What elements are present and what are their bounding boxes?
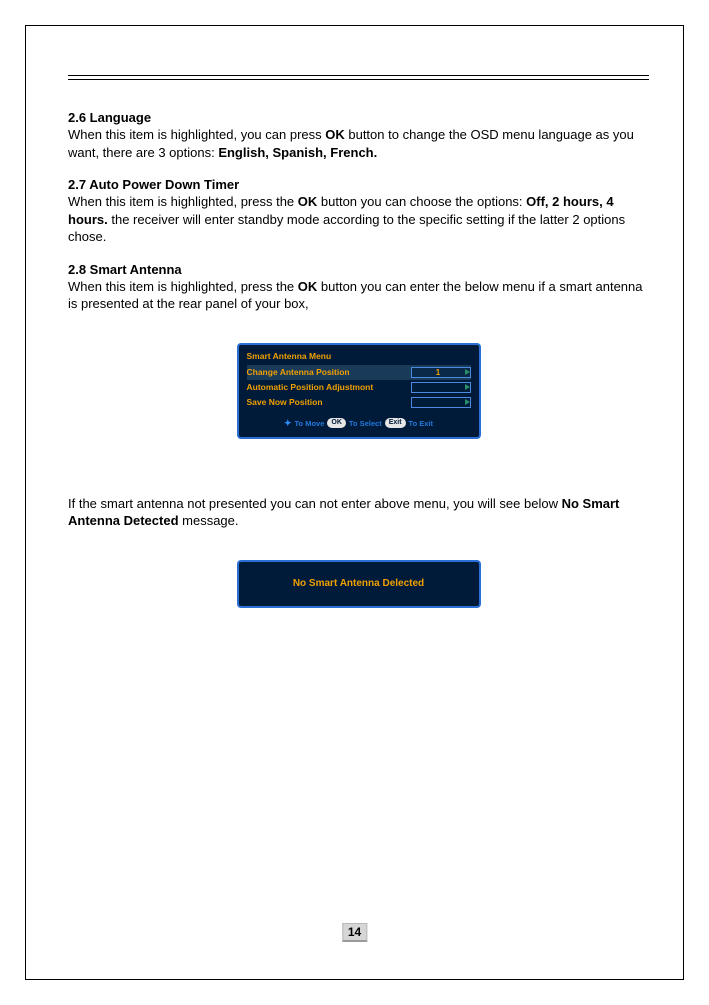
text: If the smart antenna not presented you c… — [68, 496, 562, 511]
section-2-6-body: When this item is highlighted, you can p… — [68, 126, 649, 161]
text: When this item is highlighted, press the — [68, 279, 298, 294]
text: message. — [179, 513, 239, 528]
ok-label: OK — [298, 194, 318, 209]
text: button you can choose the options: — [317, 194, 526, 209]
section-2-7-title: 2.7 Auto Power Down Timer — [68, 177, 649, 192]
osd-row-auto-adjust[interactable]: Automatic Position Adjustmont — [247, 380, 471, 395]
footer-text: To Exit — [409, 419, 433, 428]
ok-pill: OK — [327, 418, 346, 428]
text: When this item is highlighted, you can p… — [68, 127, 325, 142]
footer-text: To Move — [295, 419, 325, 428]
osd-value: 1 — [412, 368, 465, 377]
exit-pill: Exit — [385, 418, 406, 428]
section-2-8-body: When this item is highlighted, press the… — [68, 278, 649, 313]
osd-row-save-position[interactable]: Save Now Position — [247, 395, 471, 410]
move-arrows-icon: ✦ — [284, 418, 292, 429]
divider-top-1 — [68, 75, 649, 76]
osd-row-label: Save Now Position — [247, 397, 407, 407]
chevron-right-icon — [465, 384, 470, 390]
text: When this item is highlighted, press the — [68, 194, 298, 209]
mid-paragraph: If the smart antenna not presented you c… — [68, 495, 649, 530]
osd-value-field[interactable]: 1 — [411, 367, 471, 378]
osd-value-field[interactable] — [411, 397, 471, 408]
osd-footer: ✦ To Move OK To Select Exit To Exit — [247, 418, 471, 429]
ok-label: OK — [325, 127, 345, 142]
section-2-8-title: 2.8 Smart Antenna — [68, 262, 649, 277]
lang-options: English, Spanish, French. — [218, 145, 377, 160]
smart-antenna-menu-osd: Smart Antenna Menu Change Antenna Positi… — [237, 343, 481, 439]
no-smart-antenna-osd: No Smart Antenna Delected — [237, 560, 481, 608]
osd-row-change-position[interactable]: Change Antenna Position 1 — [247, 365, 471, 380]
footer-text: To Select — [349, 419, 382, 428]
no-detect-text: No Smart Antenna Delected — [293, 578, 424, 589]
divider-top-2 — [68, 79, 649, 80]
osd-value-field[interactable] — [411, 382, 471, 393]
section-2-6-title: 2.6 Language — [68, 110, 649, 125]
page-content: 2.6 Language When this item is highlight… — [68, 75, 649, 608]
page-number: 14 — [342, 923, 367, 942]
chevron-right-icon — [465, 399, 470, 405]
osd-row-label: Automatic Position Adjustmont — [247, 382, 407, 392]
ok-label: OK — [298, 279, 318, 294]
osd-title: Smart Antenna Menu — [247, 351, 471, 361]
osd-row-label: Change Antenna Position — [247, 367, 407, 377]
text: the receiver will enter standby mode acc… — [68, 212, 625, 245]
chevron-right-icon — [465, 369, 470, 375]
section-2-7-body: When this item is highlighted, press the… — [68, 193, 649, 246]
